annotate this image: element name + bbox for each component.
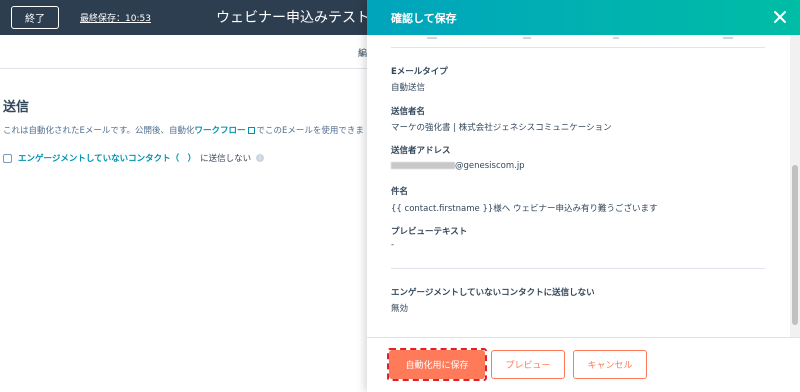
cancel-button[interactable]: キャンセル [573, 350, 647, 379]
subject-label: 件名 [391, 187, 409, 197]
unengaged-label: エンゲージメントしていないコンタクトに送信しない [391, 288, 595, 298]
page-title: ウェビナー申込みテスト [216, 10, 370, 26]
cut-off-content [427, 37, 733, 39]
last-saved-link[interactable]: 最終保存：10:53 [80, 11, 151, 24]
panel-scrollbar[interactable] [790, 35, 800, 337]
sender-address-label: 送信者アドレス [391, 146, 451, 156]
unengaged-option: エンゲージメントしていないコンタクト（ ） に送信しない i [3, 152, 265, 164]
panel-body: Eメールタイプ 自動送信 送信者名 マーケの強化書 | 株式会社ジェネシスコミュ… [367, 35, 800, 337]
panel-title: 確認して保存 [391, 12, 457, 25]
subbar-tab-fragment[interactable]: 編 [358, 46, 367, 59]
exit-button[interactable]: 終了 [11, 6, 59, 29]
divider [391, 47, 765, 48]
workflow-link[interactable]: ワークフロー [195, 126, 246, 136]
unengaged-option-label: に送信しない [200, 154, 252, 164]
redacted-text [391, 162, 455, 169]
subject-value: {{ contact.firstname }}様へ ウェビナー申込み有り難うござ… [391, 204, 658, 214]
external-link-icon [247, 127, 255, 134]
review-card: Eメールタイプ 自動送信 送信者名 マーケの強化書 | 株式会社ジェネシスコミュ… [367, 35, 790, 337]
unengaged-checkbox[interactable] [3, 153, 12, 163]
close-icon[interactable] [772, 9, 788, 25]
send-description: これは自動化されたEメールです。公開後、自動化ワークフロー でこのEメールを使用で… [3, 124, 367, 136]
panel-header: 確認して保存 [367, 0, 800, 35]
sender-address-domain: @genesiscom.jp [455, 161, 525, 171]
preview-text-value: - [391, 240, 395, 250]
sender-name-label: 送信者名 [391, 107, 426, 117]
divider [391, 268, 765, 269]
email-type-value: 自動送信 [391, 83, 426, 93]
scroll-thumb[interactable] [792, 165, 798, 325]
send-heading: 送信 [3, 100, 30, 115]
info-icon[interactable]: i [256, 154, 265, 162]
unengaged-contacts-link[interactable]: エンゲージメントしていないコンタクト（ ） [18, 152, 196, 164]
highlight-annotation [387, 348, 487, 381]
unengaged-value: 無効 [391, 304, 409, 314]
sender-name-value: マーケの強化書 | 株式会社ジェネシスコミュニケーション [391, 123, 612, 133]
editor-subbar: 編 [0, 35, 367, 69]
send-desc-before: これは自動化されたEメールです。公開後、自動化 [3, 126, 195, 136]
send-desc-after: でこのEメールを使用できま [256, 126, 364, 136]
email-type-label: Eメールタイプ [391, 67, 448, 77]
preview-text-label: プレビューテキスト [391, 227, 468, 237]
preview-button[interactable]: プレビュー [491, 350, 565, 379]
sender-address-value: @genesiscom.jp [391, 161, 525, 171]
panel-footer: 自動化用に保存 プレビュー キャンセル [367, 337, 800, 392]
review-panel: 確認して保存 Eメールタイプ 自動送信 送信者名 マーケの強化書 | 株式会社ジ… [367, 0, 800, 392]
